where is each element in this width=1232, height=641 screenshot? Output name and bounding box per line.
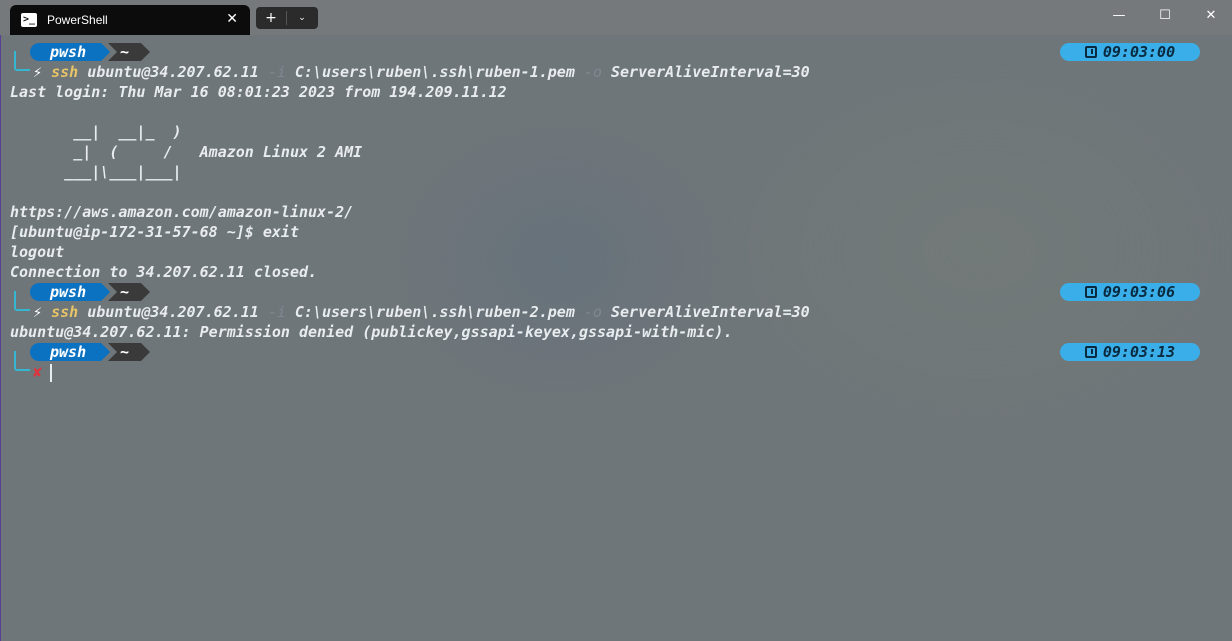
prompt-time: 09:03:13 bbox=[1102, 343, 1176, 361]
prompt-error-icon: ✘ bbox=[33, 363, 43, 381]
output-line: ubuntu@34.207.62.11: Permission denied (… bbox=[10, 323, 733, 341]
new-tab-group: + ⌄ bbox=[256, 7, 318, 29]
ascii-art-line: _| ( / Amazon Linux 2 AMI bbox=[10, 143, 363, 161]
command-name: ssh bbox=[51, 63, 79, 81]
text-cursor bbox=[50, 363, 53, 382]
prompt-header: pwsh ~ 09:03:00 bbox=[0, 42, 1232, 71]
command-line: ⚡ ssh ubuntu@34.207.62.11 -i C:\users\ru… bbox=[33, 62, 810, 82]
prompt-shell-segment: pwsh bbox=[30, 43, 110, 61]
prompt-shell-segment: pwsh bbox=[30, 343, 110, 361]
command-line-current[interactable]: ✘ bbox=[33, 362, 53, 382]
prompt-connector bbox=[14, 51, 30, 71]
prompt-header: pwsh ~ 09:03:06 bbox=[0, 282, 1232, 311]
minimize-button[interactable]: — bbox=[1096, 0, 1142, 30]
ascii-art-line: __| __|_ ) bbox=[10, 123, 182, 141]
output-line: Last login: Thu Mar 16 08:01:23 2023 fro… bbox=[10, 83, 507, 101]
prompt-path-segment: ~ bbox=[108, 43, 150, 61]
calendar-clock-icon bbox=[1084, 286, 1097, 298]
output-line: logout bbox=[10, 243, 65, 261]
command-arg: C:\users\ruben\.ssh\ruben-1.pem bbox=[294, 63, 575, 81]
powershell-icon: >_ bbox=[21, 13, 37, 27]
command-flag: -i bbox=[267, 63, 286, 81]
command-arg: ServerAliveInterval=30 bbox=[611, 303, 810, 321]
title-bar: >_ PowerShell ✕ + ⌄ — ☐ ✕ bbox=[0, 0, 1232, 35]
command-target: ubuntu@34.207.62.11 bbox=[87, 63, 259, 81]
prompt-path-segment: ~ bbox=[108, 343, 150, 361]
calendar-clock-icon bbox=[1084, 346, 1097, 358]
ascii-art-line: ___|\___|___| bbox=[10, 163, 182, 181]
tab-powershell[interactable]: >_ PowerShell ✕ bbox=[10, 5, 250, 35]
new-tab-button[interactable]: + bbox=[256, 7, 286, 29]
tab-title: PowerShell bbox=[47, 13, 108, 27]
command-flag: -o bbox=[583, 303, 602, 321]
prompt-time-badge: 09:03:06 bbox=[1060, 283, 1200, 301]
prompt-time: 09:03:06 bbox=[1102, 283, 1176, 301]
prompt-connector bbox=[14, 351, 30, 371]
close-window-button[interactable]: ✕ bbox=[1188, 0, 1232, 30]
command-arg: ServerAliveInterval=30 bbox=[611, 63, 810, 81]
close-tab-icon[interactable]: ✕ bbox=[226, 10, 238, 28]
prompt-time: 09:03:00 bbox=[1102, 43, 1176, 61]
prompt-shell-segment: pwsh bbox=[30, 283, 110, 301]
command-name: ssh bbox=[51, 303, 79, 321]
prompt-path-segment: ~ bbox=[108, 283, 150, 301]
command-flag: -i bbox=[267, 303, 286, 321]
prompt-header: pwsh ~ 09:03:13 bbox=[0, 342, 1232, 371]
command-target: ubuntu@34.207.62.11 bbox=[87, 303, 259, 321]
output-line: Connection to 34.207.62.11 closed. bbox=[10, 263, 318, 281]
output-line: [ubuntu@ip-172-31-57-68 ~]$ exit bbox=[10, 223, 299, 241]
command-arg: C:\users\ruben\.ssh\ruben-2.pem bbox=[294, 303, 575, 321]
prompt-ok-icon: ⚡ bbox=[33, 63, 43, 81]
prompt-time-badge: 09:03:13 bbox=[1060, 343, 1200, 361]
output-line: https://aws.amazon.com/amazon-linux-2/ bbox=[10, 203, 354, 221]
prompt-ok-icon: ⚡ bbox=[33, 303, 43, 321]
command-flag: -o bbox=[583, 63, 602, 81]
calendar-clock-icon bbox=[1084, 46, 1097, 58]
terminal-pane[interactable]: pwsh ~ 09:03:00 ⚡ ssh ubuntu@34.207.62.1… bbox=[0, 35, 1232, 641]
prompt-time-badge: 09:03:00 bbox=[1060, 43, 1200, 61]
command-line: ⚡ ssh ubuntu@34.207.62.11 -i C:\users\ru… bbox=[33, 302, 810, 322]
prompt-connector bbox=[14, 291, 30, 311]
maximize-button[interactable]: ☐ bbox=[1142, 0, 1188, 30]
chevron-down-icon[interactable]: ⌄ bbox=[287, 7, 317, 29]
